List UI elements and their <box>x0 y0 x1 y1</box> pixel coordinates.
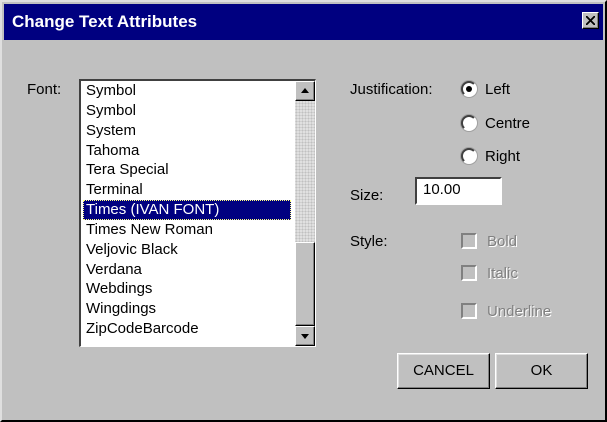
radio-right-indicator <box>461 148 477 164</box>
font-list[interactable]: Symbol Symbol System Tahoma Tera Special… <box>79 79 316 347</box>
arrow-down-icon <box>301 334 309 339</box>
radio-selected-dot <box>466 86 472 92</box>
checkbox-italic-label: Italic <box>487 265 518 282</box>
font-list-item[interactable]: ZipCodeBarcode <box>83 319 291 339</box>
radio-left-indicator <box>461 81 477 97</box>
font-list-item[interactable]: Wingdings <box>83 299 291 319</box>
style-label: Style: <box>350 233 388 250</box>
arrow-up-icon <box>301 88 309 93</box>
size-label: Size: <box>350 187 384 204</box>
radio-right-label: Right <box>485 148 521 165</box>
font-list-item[interactable]: Symbol <box>83 101 291 121</box>
checkbox-underline-box <box>461 303 477 319</box>
font-list-items: Symbol Symbol System Tahoma Tera Special… <box>83 81 291 339</box>
checkbox-bold-box <box>461 233 477 249</box>
title-bar[interactable]: Change Text Attributes <box>4 4 603 40</box>
font-list-item[interactable]: Veljovic Black <box>83 240 291 260</box>
font-list-item-selected[interactable]: Times (IVAN FONT) <box>83 200 291 220</box>
ok-button[interactable]: OK <box>495 353 588 389</box>
scroll-up-button[interactable] <box>295 81 315 101</box>
font-list-item[interactable]: System <box>83 121 291 141</box>
font-list-item[interactable]: Verdana <box>83 260 291 280</box>
font-list-item[interactable]: Terminal <box>83 180 291 200</box>
close-button[interactable] <box>582 12 599 29</box>
font-label: Font: <box>27 81 62 98</box>
font-list-item[interactable]: Tera Special <box>83 160 291 180</box>
scroll-down-button[interactable] <box>295 326 315 346</box>
change-text-attributes-dialog: Change Text Attributes Font: Symbol Symb… <box>0 0 607 422</box>
radio-left-label: Left <box>485 81 511 98</box>
checkbox-underline-label: Underline <box>487 303 552 320</box>
checkbox-italic-box <box>461 265 477 281</box>
font-list-item[interactable]: Tahoma <box>83 141 291 161</box>
checkbox-bold-label: Bold <box>487 233 518 250</box>
scroll-thumb[interactable] <box>295 242 315 326</box>
dialog-body: Font: Symbol Symbol System Tahoma Tera S… <box>4 42 603 420</box>
window-title: Change Text Attributes <box>12 12 198 31</box>
font-list-item[interactable]: Times New Roman <box>83 220 291 240</box>
font-list-scrollbar[interactable] <box>295 81 315 346</box>
justification-label: Justification: <box>350 81 433 98</box>
radio-centre-indicator <box>461 115 477 131</box>
close-icon <box>586 16 595 25</box>
cancel-button[interactable]: CANCEL <box>397 353 490 389</box>
font-list-item[interactable]: Symbol <box>83 81 291 101</box>
radio-centre-label: Centre <box>485 115 531 132</box>
font-list-item[interactable]: Webdings <box>83 279 291 299</box>
size-input[interactable]: 10.00 <box>415 177 502 205</box>
